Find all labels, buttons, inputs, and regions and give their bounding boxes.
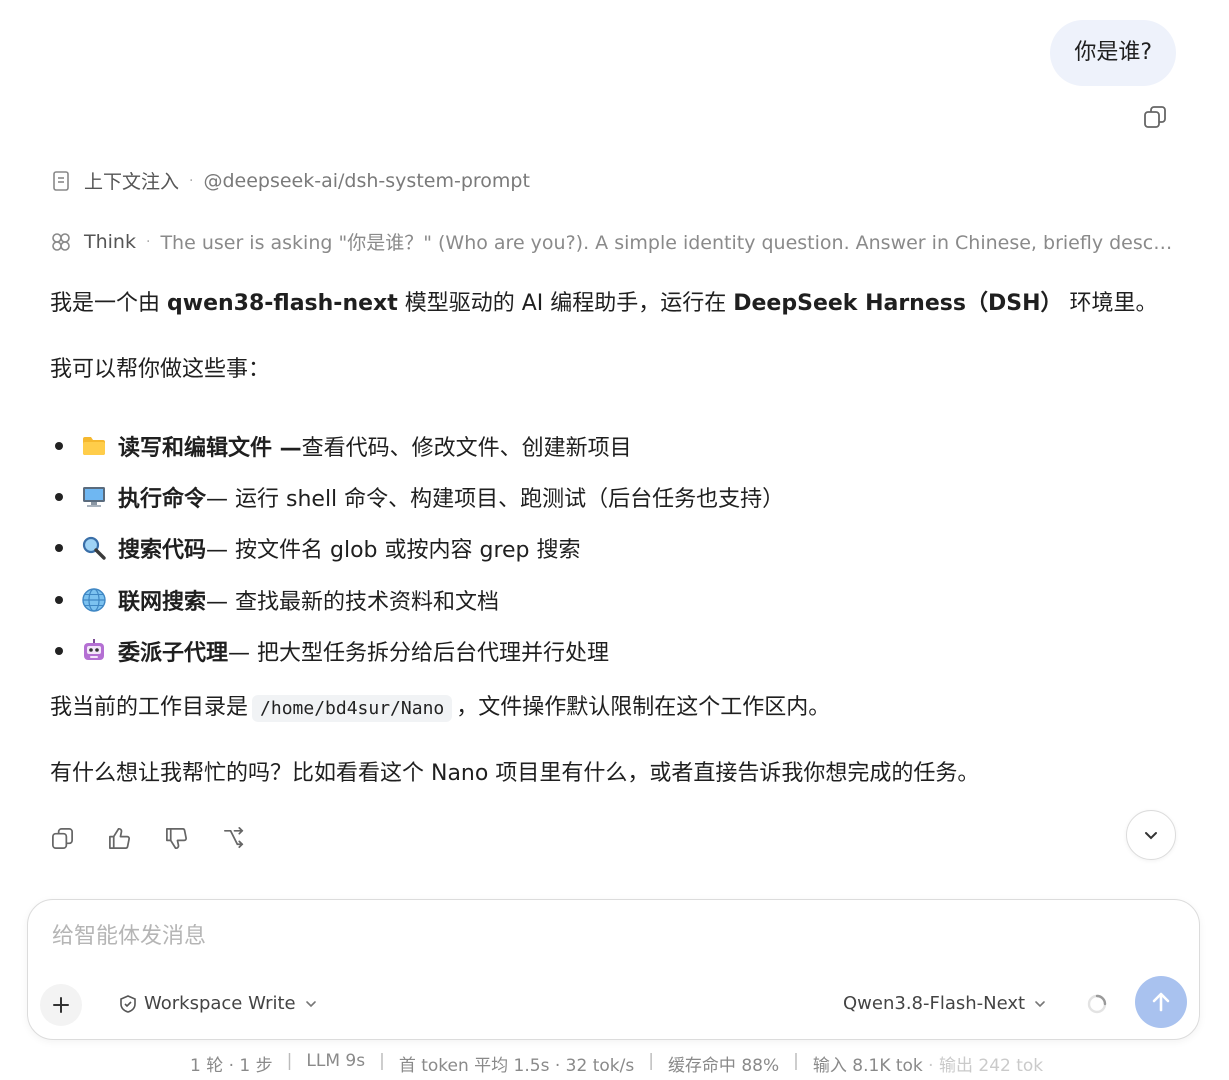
stat-llm: LLM 9s (306, 1051, 366, 1071)
shield-icon (120, 994, 136, 1013)
watermark-icon (930, 1050, 1220, 1074)
context-source: @deepseek-ai/dsh-system-prompt (203, 169, 530, 192)
stat-cache: 缓存命中 88% (667, 1056, 780, 1076)
stat-token: 首 token 平均 1.5s · 32 tok/s (398, 1056, 635, 1076)
chevron-down-icon (305, 1000, 316, 1007)
permission-label: Workspace Write (144, 993, 296, 1014)
answer-paragraph-3: 我当前的工作目录是/home/bd4sur/Nano ，文件操作默认限制在这个工作… (50, 695, 831, 722)
answer-paragraph-2: 我可以帮你做这些事： (50, 357, 271, 382)
think-text: The user is asking "你是谁？" (Who are you?)… (160, 232, 1175, 254)
composer: Workspace Write Qwen3.8-Flash-Next (27, 899, 1200, 1040)
workdir-code: /home/bd4sur/Nano (252, 695, 453, 722)
thumbs-up-icon[interactable] (107, 826, 132, 851)
list-item: 联网搜索 — 查找最新的技术资料和文档 (50, 574, 784, 625)
add-button[interactable] (40, 984, 82, 1026)
capability-list: 读写和编辑文件 — 查看代码、修改文件、创建新项目 执行命令 — 运行 shel… (50, 420, 784, 676)
context-injection-row[interactable]: 上下文注入 · @deepseek-ai/dsh-system-prompt (50, 167, 530, 194)
context-label: 上下文注入 (84, 171, 180, 193)
arrow-up-icon (1152, 992, 1170, 1012)
chevron-down-icon (1035, 1000, 1045, 1007)
thumbs-down-icon[interactable] (164, 826, 189, 851)
document-icon (53, 170, 69, 191)
branch-icon[interactable] (221, 826, 246, 851)
think-label: Think (84, 230, 136, 253)
list-item: 委派子代理 — 把大型任务拆分给后台代理并行处理 (50, 625, 784, 676)
run-stats: 1 轮 · 1 步 | LLM 9s | 首 token 平均 1.5s · 32 … (190, 1051, 1044, 1076)
think-row[interactable]: Think · The user is asking "你是谁？" (Who a… (50, 228, 1175, 255)
loading-spinner-icon (1087, 994, 1107, 1014)
message-input[interactable] (52, 924, 1152, 949)
answer-paragraph-1: 我是一个由 qwen38-flash-next 模型驱动的 AI 编程助手，运行… (50, 291, 1158, 316)
copy-icon[interactable] (50, 826, 75, 851)
chevron-down-icon (1145, 832, 1157, 840)
list-item: 执行命令 — 运行 shell 命令、构建项目、跑测试（后台任务也支持） (50, 471, 784, 522)
answer-paragraph-4: 有什么想让我帮忙的吗？比如看看这个 Nano 项目里有什么，或者直接告诉我你想完… (50, 761, 980, 786)
computer-icon (83, 486, 105, 507)
model-dropdown[interactable]: Qwen3.8-Flash-Next (843, 993, 1047, 1014)
plus-icon (53, 997, 69, 1013)
brain-icon (52, 232, 70, 251)
user-message-bubble: 你是谁? (1050, 20, 1176, 86)
send-button[interactable] (1135, 976, 1187, 1028)
stat-rounds: 1 轮 · 1 步 (190, 1056, 273, 1076)
model-label: Qwen3.8-Flash-Next (843, 993, 1026, 1014)
permission-dropdown[interactable]: Workspace Write (118, 993, 318, 1014)
magnifier-icon (82, 537, 106, 560)
robot-icon (84, 638, 104, 660)
scroll-to-bottom-button[interactable] (1126, 810, 1176, 860)
list-item: 读写和编辑文件 — 查看代码、修改文件、创建新项目 (50, 420, 784, 471)
list-item: 搜索代码 — 按文件名 glob 或按内容 grep 搜索 (50, 523, 784, 574)
globe-icon (82, 587, 106, 612)
copy-icon[interactable] (1142, 104, 1168, 130)
folder-icon (83, 436, 105, 455)
message-actions (50, 826, 246, 851)
